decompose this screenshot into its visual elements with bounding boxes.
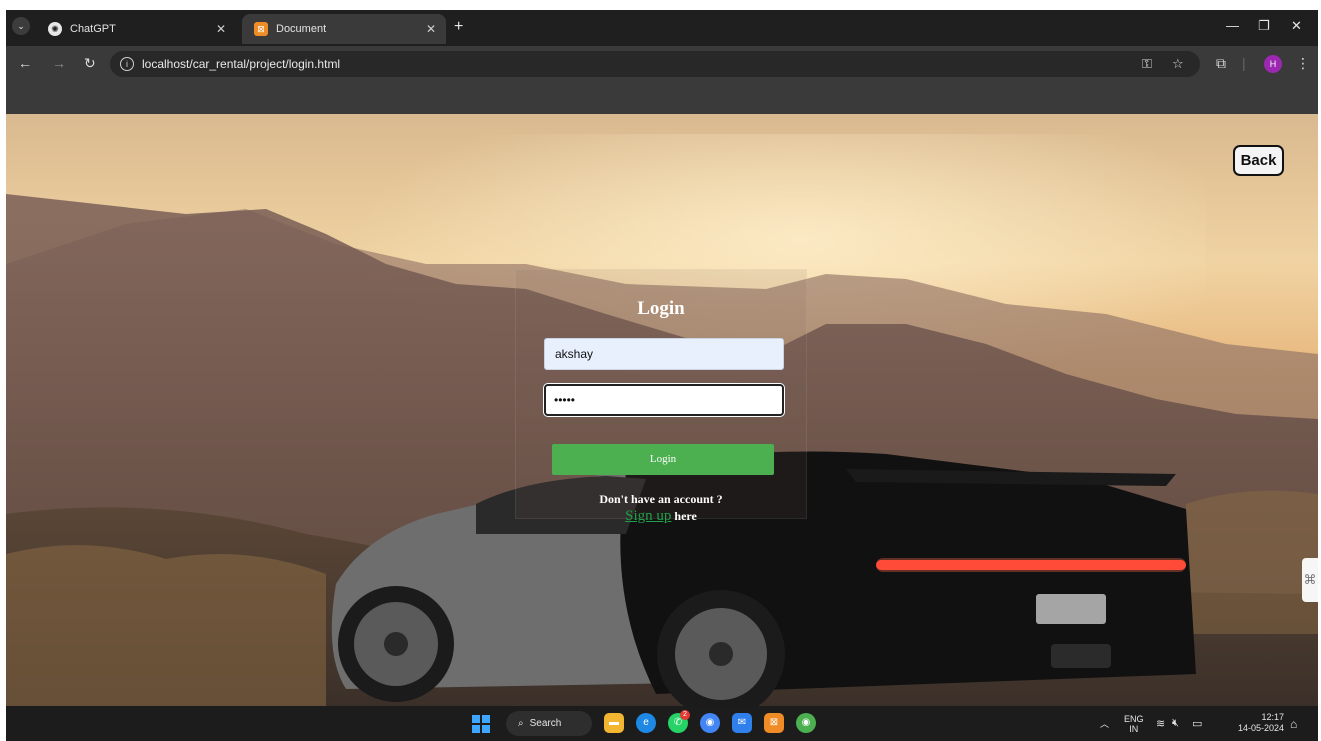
volume-muted-icon[interactable]: 🔇︎: [1172, 706, 1179, 741]
tray-overflow-icon[interactable]: ︿: [1100, 706, 1109, 741]
back-button[interactable]: Back: [1233, 145, 1284, 176]
language-label: ENG: [1124, 713, 1144, 724]
tab-title: Document: [276, 23, 327, 35]
tab-strip: ⌄ ✺ ChatGPT ✕ ⊠ Document ✕ + — ❐ ✕: [6, 10, 1318, 46]
close-icon[interactable]: ✕: [212, 22, 230, 36]
notification-badge: 2: [680, 710, 690, 720]
clock-time: 12:17: [1261, 712, 1284, 722]
taskbar-search[interactable]: ⌕ Search: [506, 711, 592, 736]
bookmarks-bar: [6, 82, 1318, 114]
login-form: Login akshay ••••• Login Don't have an a…: [515, 269, 807, 524]
chatgpt-icon: ✺: [48, 22, 62, 36]
profile-avatar[interactable]: H: [1264, 55, 1282, 73]
password-input[interactable]: •••••: [544, 384, 784, 416]
side-panel-handle-icon[interactable]: ⌘: [1302, 558, 1318, 602]
signup-suffix: here: [674, 509, 697, 523]
chrome-profile-icon[interactable]: ◉: [796, 713, 816, 733]
username-input[interactable]: akshay: [544, 338, 784, 370]
xampp-icon: ⊠: [254, 22, 268, 36]
wifi-icon[interactable]: ≋: [1156, 706, 1165, 741]
address-bar[interactable]: i localhost/car_rental/project/login.htm…: [110, 51, 1200, 77]
signup-link[interactable]: Sign up: [625, 508, 671, 524]
new-tab-icon[interactable]: +: [454, 18, 463, 36]
forward-arrow-icon[interactable]: →: [52, 55, 66, 71]
battery-icon[interactable]: ▭: [1192, 706, 1202, 741]
region-label: IN: [1129, 723, 1139, 734]
reload-icon[interactable]: ↻: [84, 55, 96, 72]
browser-window: ⌄ ✺ ChatGPT ✕ ⊠ Document ✕ + — ❐ ✕ ← → ↻…: [6, 10, 1318, 741]
login-button[interactable]: Login: [552, 444, 774, 475]
mail-icon[interactable]: ✉: [732, 713, 752, 733]
file-explorer-icon[interactable]: ▬: [604, 713, 624, 733]
menu-dots-icon[interactable]: ⋮: [1296, 55, 1310, 72]
tab-search-icon[interactable]: ⌄: [12, 17, 30, 35]
login-title: Login: [637, 298, 685, 319]
bookmark-star-icon[interactable]: ☆: [1172, 51, 1184, 77]
tab-document[interactable]: ⊠ Document ✕: [242, 14, 446, 44]
extensions-icon[interactable]: ⧉: [1216, 55, 1226, 72]
clock-date: 14-05-2024: [1237, 723, 1284, 733]
divider: |: [1242, 55, 1246, 71]
system-clock[interactable]: 12:17 14-05-2024: [1226, 712, 1284, 734]
xampp-icon[interactable]: ⊠: [764, 713, 784, 733]
window-close-icon[interactable]: ✕: [1291, 18, 1302, 34]
back-arrow-icon[interactable]: ←: [18, 55, 32, 71]
chrome-icon[interactable]: ◉: [700, 713, 720, 733]
tab-chatgpt[interactable]: ✺ ChatGPT ✕: [36, 14, 236, 44]
notification-icon[interactable]: ⌂: [1290, 706, 1297, 741]
tab-title: ChatGPT: [70, 23, 116, 35]
site-info-icon[interactable]: i: [120, 57, 134, 71]
restore-icon[interactable]: ❐: [1258, 18, 1270, 34]
search-icon: ⌕: [518, 718, 524, 729]
signup-line: Sign up here: [516, 508, 806, 525]
no-account-text: Don't have an account ?: [599, 492, 723, 506]
close-icon[interactable]: ✕: [422, 22, 440, 36]
minimize-icon[interactable]: —: [1226, 18, 1239, 33]
login-page: Back Login akshay ••••• Login Don't have…: [6, 114, 1318, 706]
windows-start-icon[interactable]: [472, 715, 490, 733]
password-key-icon[interactable]: ⚿: [1142, 51, 1152, 77]
url-text: localhost/car_rental/project/login.html: [142, 57, 341, 71]
edge-icon[interactable]: e: [636, 713, 656, 733]
toolbar: ← → ↻ i localhost/car_rental/project/log…: [6, 46, 1318, 82]
language-indicator[interactable]: ENG IN: [1124, 706, 1144, 741]
taskbar: ⌕ Search ▬ e ✆ 2 ◉ ✉ ⊠ ◉ ︿ ENG IN ≋ 🔇︎ ▭…: [6, 706, 1318, 741]
search-label: Search: [529, 718, 562, 729]
